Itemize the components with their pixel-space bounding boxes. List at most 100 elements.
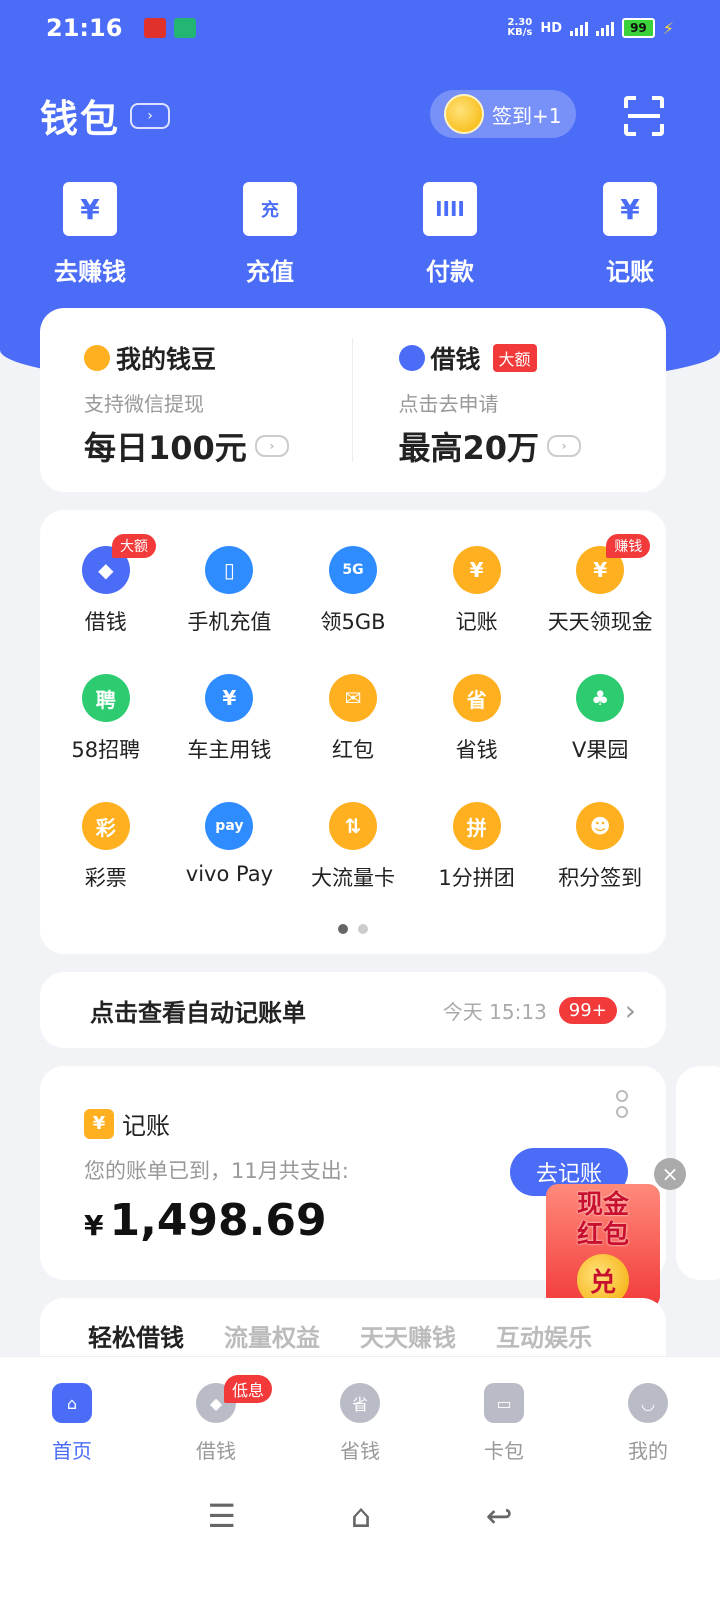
- coin-icon: [444, 94, 484, 134]
- signal-icon: [570, 20, 589, 36]
- gift-icon: ¥: [63, 182, 117, 236]
- grid-item[interactable]: ⇅ 大流量卡: [291, 802, 415, 892]
- grid-item-label: 手机充值: [187, 610, 272, 634]
- services-grid: ◆ 借钱 大额 ▯ 手机充值 5G 领5GB ¥ 记账 ¥ 天天领现金 赚钱聘 58招聘 ¥ 车主用钱 ✉ 红包…: [40, 534, 666, 892]
- status-badge: 大额: [492, 344, 537, 372]
- page-title: 钱包: [40, 97, 121, 141]
- chevron-right-icon: ›: [130, 102, 171, 129]
- battery-icon: 99: [622, 18, 655, 38]
- loan-panel[interactable]: 借钱 大额 点击去申请 最高20万 ›: [351, 338, 667, 467]
- money-bag-icon: 省: [340, 1383, 380, 1423]
- chevron-right-icon: ›: [624, 993, 636, 1027]
- grid-item[interactable]: ♣ V果园: [538, 674, 662, 764]
- signin-button[interactable]: 签到+1: [430, 90, 576, 138]
- nav-save[interactable]: 省 省钱: [288, 1383, 432, 1464]
- home-icon: ⌂: [52, 1383, 92, 1423]
- back-icon[interactable]: ↩: [486, 1497, 513, 1535]
- grid-item-label: 彩票: [84, 866, 127, 890]
- signal-icon: [596, 20, 615, 36]
- service-icon: ☻: [576, 802, 625, 850]
- count-badge: 99+: [558, 996, 617, 1024]
- grid-item[interactable]: 彩彩票: [44, 802, 168, 892]
- auto-bill-card[interactable]: 点击查看自动记账单 今天 15:13 99+ ›: [40, 972, 666, 1048]
- notification-app-icon: [174, 18, 197, 38]
- home-button-icon[interactable]: ⌂: [351, 1497, 371, 1535]
- recharge-button[interactable]: 充 充值: [180, 182, 360, 287]
- status-badge: 低息: [224, 1375, 273, 1403]
- charging-icon: ⚡: [662, 18, 674, 38]
- service-icon: 省: [452, 674, 501, 722]
- service-icon: ✉: [328, 674, 377, 722]
- grid-item[interactable]: ▯ 手机充值: [168, 546, 292, 636]
- grid-item[interactable]: ¥ 车主用钱: [168, 674, 292, 764]
- grid-item-label: 天天领现金: [547, 610, 653, 634]
- service-icon: ▯: [205, 546, 254, 594]
- scan-icon[interactable]: [624, 96, 664, 136]
- nav-mine[interactable]: ◡ 我的: [576, 1383, 720, 1464]
- bookkeeping-button[interactable]: ¥ 记账: [540, 182, 720, 287]
- page-indicator: [40, 924, 666, 934]
- grid-item[interactable]: 聘 58招聘: [44, 674, 168, 764]
- service-icon: ♣: [576, 674, 625, 722]
- yen-icon: ¥: [84, 1108, 114, 1139]
- grid-item[interactable]: ✉ 红包: [291, 674, 415, 764]
- hd-icon: HD: [540, 20, 563, 36]
- grid-item-label: 车主用钱: [187, 738, 272, 762]
- top-actions: ¥ 去赚钱 充 充值 IIII 付款 ¥ 记账: [0, 182, 720, 287]
- chevron-right-icon: ›: [254, 435, 289, 457]
- status-time: 21:16: [46, 14, 123, 42]
- service-icon: 聘: [81, 674, 130, 722]
- grid-item-label: 大流量卡: [310, 866, 395, 890]
- service-icon: 拼: [452, 802, 501, 850]
- notification-app-icon: [144, 18, 167, 38]
- recharge-icon: 充: [243, 182, 297, 236]
- grid-item-label: 1分拼团: [438, 866, 515, 890]
- grid-item-label: V果园: [572, 738, 629, 762]
- earn-money-button[interactable]: ¥ 去赚钱: [0, 182, 180, 287]
- system-nav-bar: ☰ ⌂ ↩: [0, 1497, 720, 1535]
- service-icon: 5G: [328, 546, 377, 594]
- menu-icon[interactable]: ☰: [207, 1497, 236, 1535]
- service-icon: ⇅: [328, 802, 377, 850]
- service-icon: ¥: [452, 546, 501, 594]
- net-speed: 2.30 KB/s: [507, 17, 533, 38]
- service-icon: 彩: [81, 802, 130, 850]
- grid-item[interactable]: ¥ 记账: [415, 546, 539, 636]
- status-badge: 大额: [112, 534, 156, 558]
- status-bar: 21:16 2.30 KB/s HD 99 ⚡: [0, 0, 720, 56]
- grid-item[interactable]: 拼 1分拼团: [415, 802, 539, 892]
- grid-item-label: 记账: [455, 610, 498, 634]
- grid-item-label: 58招聘: [71, 738, 141, 762]
- nav-home[interactable]: ⌂ 首页: [0, 1383, 144, 1464]
- chevron-right-icon: ›: [547, 435, 582, 457]
- grid-item[interactable]: pay vivo Pay: [168, 802, 292, 892]
- grid-item-label: vivo Pay: [185, 862, 273, 886]
- profile-icon: ◡: [628, 1383, 668, 1423]
- bottom-nav: ⌂ 首页 ◆ 借钱 低息 省 省钱 ▭ 卡包 ◡ 我的 ☰ ⌂ ↩: [0, 1356, 720, 1600]
- nav-loan[interactable]: ◆ 借钱 低息: [144, 1375, 288, 1464]
- cash-redpacket-floating[interactable]: 现金 红包 兑: [542, 1178, 666, 1310]
- wallet-icon: ▭: [484, 1383, 524, 1423]
- bean-icon: [84, 345, 110, 371]
- grid-item-label: 领5GB: [320, 610, 386, 634]
- services-grid-card: ◆ 借钱 大额 ▯ 手机充值 5G 领5GB ¥ 记账 ¥ 天天领现金 赚钱聘 58招聘 ¥ 车主用钱 ✉ 红包…: [40, 510, 666, 954]
- grid-item[interactable]: 5G 领5GB: [291, 546, 415, 636]
- grid-item-label: 积分签到: [558, 866, 643, 890]
- grid-item[interactable]: 省省钱: [415, 674, 539, 764]
- barcode-icon: IIII: [423, 182, 477, 236]
- service-icon: pay: [205, 802, 254, 850]
- service-icon: ¥: [205, 674, 254, 722]
- my-beans-panel[interactable]: 我的钱豆 支持微信提现 每日100元 ›: [40, 308, 352, 492]
- ledger-icon: ¥: [603, 182, 657, 236]
- loan-icon: [398, 345, 425, 371]
- beans-card: 我的钱豆 支持微信提现 每日100元 › 借钱 大额 点击去申请 最高20万 ›: [40, 308, 666, 492]
- grid-item[interactable]: ◆ 借钱 大额: [44, 534, 168, 636]
- wallet-title-row[interactable]: 钱包 ›: [40, 88, 171, 143]
- grid-item-label: 借钱: [84, 610, 127, 634]
- grid-item[interactable]: ¥ 天天领现金 赚钱: [538, 534, 662, 636]
- pay-button[interactable]: IIII 付款: [360, 182, 540, 287]
- close-icon[interactable]: ×: [654, 1158, 686, 1190]
- nav-cards[interactable]: ▭ 卡包: [432, 1383, 576, 1464]
- more-options-icon[interactable]: [616, 1090, 628, 1118]
- grid-item[interactable]: ☻ 积分签到: [538, 802, 662, 892]
